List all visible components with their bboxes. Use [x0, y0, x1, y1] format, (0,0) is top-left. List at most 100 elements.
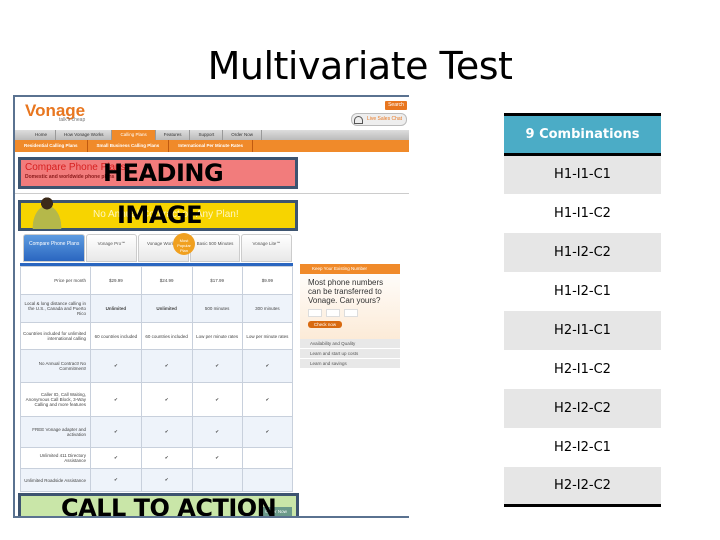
plan-cell — [241, 468, 294, 492]
checkmark-icon: ✔ — [191, 447, 243, 469]
plan-row: Unlimited Roadside Assistance ✔ ✔ — [20, 468, 294, 492]
subnav-international[interactable]: International Per Minute Rates — [169, 140, 254, 152]
headset-icon — [354, 116, 363, 124]
slide-title: Multivariate Test — [207, 44, 513, 88]
combinations-header: 9 Combinations — [504, 113, 661, 156]
combination-cell: H1-I2-C1 — [554, 283, 611, 299]
chat-label: Live Sales Chat — [367, 116, 403, 122]
plan-cell: Low per minute rates — [241, 322, 294, 350]
row-label: Price per month — [20, 266, 91, 295]
tab-pro[interactable]: Vonage Pro℠ — [86, 234, 138, 262]
plans-table: Price per month $29.99 $24.99 $17.99 $9.99 Lo… — [20, 266, 294, 492]
combination-row: H1-I1-C2 — [504, 194, 661, 233]
cta-region: Order Now CALL TO ACTION — [18, 493, 299, 516]
plan-row: Price per month $29.99 $24.99 $17.99 $9.99 — [20, 266, 294, 295]
plan-tabs: Compare Phone Plans Vonage Pro℠ Vonage W… — [23, 234, 293, 263]
combination-row: H1-I2-C1 — [504, 272, 661, 311]
combination-row: H2-I2-C2 — [504, 388, 661, 428]
area-code-input[interactable] — [308, 309, 322, 317]
plan-row: FREE Vonage adapter and activation ✔ ✔ ✔ ✔ — [20, 416, 294, 448]
row-label: Countries included for unlimited interna… — [20, 322, 91, 350]
tab-lite[interactable]: Vonage Lite℠ — [241, 234, 293, 262]
subnav-business[interactable]: Small Business Calling Plans — [88, 140, 170, 152]
row-label: No Annual Contract! No Commitment! — [20, 349, 91, 383]
nav-how[interactable]: How Vonage Works — [56, 130, 113, 140]
nav-calling-plans[interactable]: Calling Plans — [112, 130, 156, 140]
subnav-residential[interactable]: Residential Calling Plans — [15, 140, 88, 152]
live-chat-button[interactable]: Live Sales Chat — [351, 113, 407, 126]
combination-cell: H2-I2-C1 — [554, 439, 611, 455]
row-label: Unlimited 411 Directory Assistance — [20, 447, 91, 469]
checkmark-icon: ✔ — [90, 349, 142, 383]
side-link[interactable]: Learn and start up costs — [300, 349, 400, 359]
image-region: No Annual Contract on Any Plan! IMAGE — [18, 197, 298, 231]
most-popular-badge: Most Popular Plan — [173, 233, 195, 255]
combination-row: H1-I2-C2 — [504, 232, 661, 272]
image-label: IMAGE — [117, 201, 202, 229]
heading-subtext: Domestic and worldwide phone plans — [25, 174, 115, 180]
plan-cell — [191, 468, 243, 492]
side-link[interactable]: Availability and Quality — [300, 339, 400, 349]
combination-cell: H2-I2-C2 — [504, 388, 661, 428]
row-label: FREE Vonage adapter and activation — [20, 416, 91, 448]
checkmark-icon: ✔ — [191, 382, 243, 417]
plan-row: Unlimited 411 Directory Assistance ✔ ✔ ✔ — [20, 447, 294, 469]
plan-cell: 60 countries included — [140, 322, 193, 350]
tab-basic[interactable]: Basic 500 Minutes — [189, 234, 241, 262]
combination-row: H2-I1-C2 — [504, 350, 661, 389]
plan-cell: 60 countries included — [90, 322, 142, 350]
combination-row: H2-I1-C1 — [504, 310, 661, 350]
prefix-input[interactable] — [326, 309, 340, 317]
checkmark-icon: ✔ — [90, 416, 142, 448]
row-label: Unlimited Roadside Assistance — [20, 468, 91, 492]
nav-order[interactable]: Order Now — [223, 130, 263, 140]
tagline: talk's cheap — [59, 117, 86, 123]
keep-number-header: Keep Your Existing Number — [300, 264, 400, 274]
plan-row: Caller ID, Call Waiting, Anonymous Call … — [20, 382, 294, 417]
main-nav: Home How Vonage Works Calling Plans Feat… — [15, 130, 409, 140]
combination-row: H1-I1-C1 — [504, 154, 661, 194]
combination-cell: H2-I1-C2 — [554, 361, 611, 377]
row-label: Caller ID, Call Waiting, Anonymous Call … — [20, 382, 91, 417]
search-button[interactable]: Search — [385, 101, 407, 110]
checkmark-icon: ✔ — [140, 382, 193, 417]
plan-cell: Unlimited — [140, 294, 193, 323]
combination-row: H2-I2-C2 — [504, 466, 661, 507]
keep-number-question: Most phone numbers can be transferred to… — [308, 278, 384, 305]
side-links: Availability and Quality Learn and start… — [300, 339, 400, 369]
checkmark-icon: ✔ — [140, 468, 193, 492]
combinations-table: 9 Combinations H1-I1-C1 H1-I1-C2 H1-I2-C2 H… — [504, 113, 661, 507]
plan-row: No Annual Contract! No Commitment! ✔ ✔ ✔ ✔ — [20, 349, 294, 383]
combination-cell: H1-I1-C2 — [554, 205, 611, 221]
heading-region: Compare Phone Plans Domestic and worldwi… — [18, 157, 298, 189]
plan-cell: $24.99 — [140, 266, 193, 295]
combination-row: H2-I2-C1 — [504, 428, 661, 467]
nav-features[interactable]: Features — [156, 130, 191, 140]
checkmark-icon: ✔ — [140, 416, 193, 448]
plan-cell: 500 minutes — [191, 294, 243, 323]
plan-cell: $17.99 — [191, 266, 243, 295]
heading-label: HEADING — [103, 159, 224, 187]
checkmark-icon: ✔ — [140, 349, 193, 383]
combination-cell: H2-I2-C2 — [504, 466, 661, 507]
checkmark-icon: ✔ — [90, 382, 142, 417]
plan-row: Countries included for unlimited interna… — [20, 322, 294, 350]
combination-cell: H1-I2-C2 — [504, 232, 661, 272]
checkmark-icon: ✔ — [191, 349, 243, 383]
plan-cell: 300 minutes — [241, 294, 294, 323]
side-link[interactable]: Learn and savings — [300, 359, 400, 369]
checkmark-icon: ✔ — [90, 447, 142, 469]
nav-support[interactable]: Support — [190, 130, 224, 140]
plan-cell: Low per minute rates — [191, 322, 243, 350]
line-input[interactable] — [344, 309, 358, 317]
nav-home[interactable]: Home — [27, 130, 57, 140]
row-label: Local & long distance calling in the U.S… — [20, 294, 91, 323]
check-now-button[interactable]: Check now — [308, 321, 342, 328]
person-image — [27, 197, 67, 229]
plan-cell: $9.99 — [241, 266, 294, 295]
checkmark-icon: ✔ — [241, 349, 294, 383]
checkmark-icon: ✔ — [191, 416, 243, 448]
checkmark-icon: ✔ — [140, 447, 193, 469]
checkmark-icon: ✔ — [241, 416, 294, 448]
tab-compare[interactable]: Compare Phone Plans — [23, 234, 86, 262]
